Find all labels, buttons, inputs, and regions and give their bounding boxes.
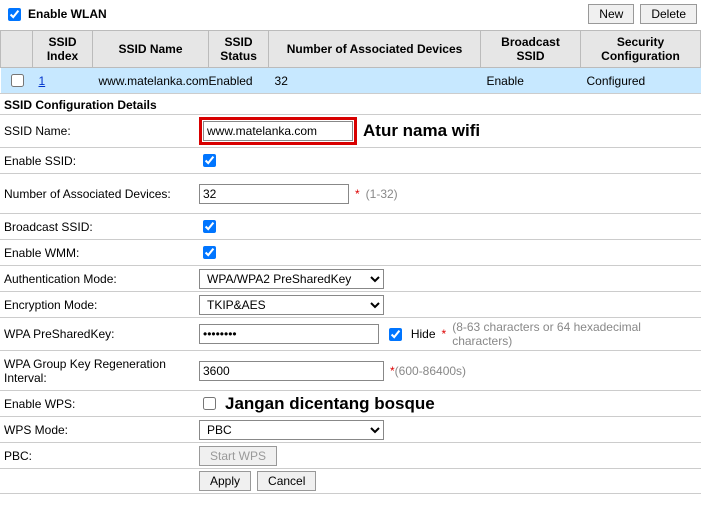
auth-mode-select[interactable]: WPA/WPA2 PreSharedKey bbox=[199, 269, 384, 289]
col-ssid-index: SSID Index bbox=[33, 31, 93, 68]
col-ssid-status: SSID Status bbox=[209, 31, 269, 68]
num-assoc-label: Number of Associated Devices: bbox=[4, 187, 199, 201]
num-assoc-input[interactable] bbox=[199, 184, 349, 204]
enable-wlan-text: Enable WLAN bbox=[28, 7, 107, 21]
col-security: Security Configuration bbox=[581, 31, 701, 68]
start-wps-button[interactable]: Start WPS bbox=[199, 446, 277, 466]
enable-wmm-checkbox[interactable] bbox=[203, 246, 216, 259]
required-star: * bbox=[442, 327, 447, 341]
row-index-link[interactable]: 1 bbox=[39, 74, 46, 88]
broadcast-ssid-checkbox[interactable] bbox=[203, 220, 216, 233]
num-assoc-hint: (1-32) bbox=[366, 187, 398, 201]
required-star: * bbox=[355, 187, 360, 201]
enable-wps-checkbox[interactable] bbox=[203, 397, 216, 410]
delete-button[interactable]: Delete bbox=[640, 4, 697, 24]
enable-wlan-checkbox[interactable] bbox=[8, 8, 21, 21]
enable-wlan-label: Enable WLAN bbox=[4, 5, 107, 24]
hide-label: Hide bbox=[411, 327, 436, 341]
ssid-name-highlight bbox=[199, 117, 357, 145]
section-title: SSID Configuration Details bbox=[0, 93, 701, 114]
enable-wmm-label: Enable WMM: bbox=[4, 246, 199, 260]
row-broadcast: Enable bbox=[481, 68, 581, 94]
row-num-assoc: 32 bbox=[269, 68, 481, 94]
row-name: www.matelanka.com bbox=[93, 68, 209, 94]
ssid-name-input[interactable] bbox=[203, 121, 353, 141]
enable-wps-label: Enable WPS: bbox=[4, 397, 199, 411]
wps-mode-select[interactable]: PBC bbox=[199, 420, 384, 440]
enable-wps-annotation: Jangan dicentang bosque bbox=[225, 394, 435, 414]
table-row[interactable]: 1 www.matelanka.com Enabled 32 Enable Co… bbox=[1, 68, 701, 94]
wps-mode-label: WPS Mode: bbox=[4, 423, 199, 437]
group-key-label: WPA Group Key Regeneration Interval: bbox=[4, 357, 199, 385]
col-broadcast: Broadcast SSID bbox=[481, 31, 581, 68]
row-status: Enabled bbox=[209, 68, 269, 94]
enc-mode-label: Encryption Mode: bbox=[4, 298, 199, 312]
group-key-input[interactable] bbox=[199, 361, 384, 381]
apply-button[interactable]: Apply bbox=[199, 471, 251, 491]
enable-ssid-label: Enable SSID: bbox=[4, 154, 199, 168]
pbc-label: PBC: bbox=[4, 449, 199, 463]
enable-ssid-checkbox[interactable] bbox=[203, 154, 216, 167]
cancel-button[interactable]: Cancel bbox=[257, 471, 316, 491]
row-security: Configured bbox=[581, 68, 701, 94]
broadcast-ssid-label: Broadcast SSID: bbox=[4, 220, 199, 234]
col-ssid-name: SSID Name bbox=[93, 31, 209, 68]
hide-psk-checkbox[interactable] bbox=[389, 328, 402, 341]
psk-label: WPA PreSharedKey: bbox=[4, 327, 199, 341]
col-num-assoc: Number of Associated Devices bbox=[269, 31, 481, 68]
psk-hint: (8-63 characters or 64 hexadecimal chara… bbox=[452, 320, 697, 348]
group-key-hint: (600-86400s) bbox=[395, 364, 466, 378]
ssid-table: SSID Index SSID Name SSID Status Number … bbox=[0, 30, 701, 93]
psk-input[interactable] bbox=[199, 324, 379, 344]
auth-mode-label: Authentication Mode: bbox=[4, 272, 199, 286]
ssid-name-label: SSID Name: bbox=[4, 124, 199, 138]
new-button[interactable]: New bbox=[588, 4, 634, 24]
row-select-checkbox[interactable] bbox=[11, 74, 24, 87]
enc-mode-select[interactable]: TKIP&AES bbox=[199, 295, 384, 315]
ssid-name-annotation: Atur nama wifi bbox=[363, 121, 480, 141]
